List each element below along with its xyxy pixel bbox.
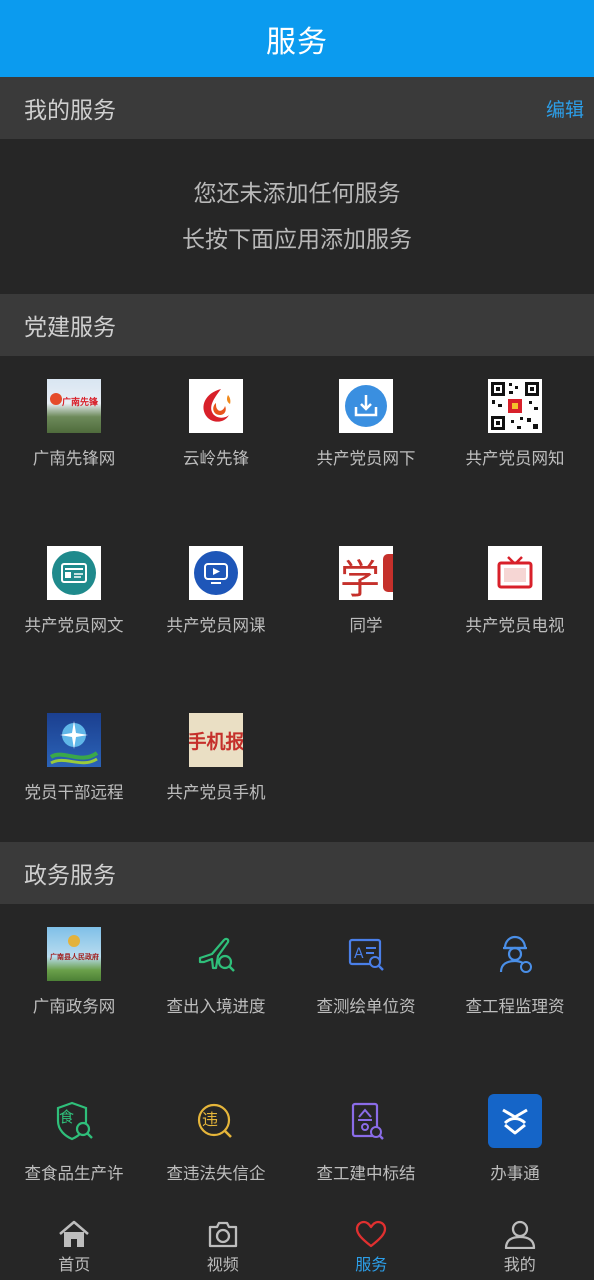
empty-hint: 长按下面应用添加服务 xyxy=(182,227,412,253)
my-services-empty-state: 您还未添加任何服务 长按下面应用添加服务 xyxy=(0,140,594,294)
section-title-gov-services: 政务服务 xyxy=(24,863,116,889)
violation-search-icon: 违 xyxy=(189,1094,243,1148)
service-item-engineering-supervision[interactable]: 查工程监理资 xyxy=(441,927,589,1037)
page-title: 服务 xyxy=(266,24,328,60)
mobile-newspaper-logo: 手机报 xyxy=(189,713,243,767)
service-item-bid-result[interactable]: 查工建中标结 xyxy=(292,1094,440,1204)
service-label: 共产党员手机 xyxy=(166,783,266,802)
app-header: 服务 xyxy=(0,0,594,77)
user-icon xyxy=(504,1220,535,1249)
section-title-my-services: 我的服务 xyxy=(24,98,116,124)
food-shield-icon: 食 xyxy=(47,1094,101,1148)
service-item-food-license[interactable]: 食 查食品生产许 xyxy=(0,1094,148,1204)
home-icon xyxy=(59,1220,90,1247)
service-item-banshitong[interactable]: 办事通 xyxy=(441,1094,589,1204)
nav-item-mine[interactable]: 我的 xyxy=(446,1205,594,1280)
qr-code-icon xyxy=(488,379,542,433)
tv-icon xyxy=(488,546,542,600)
service-label: 共产党员电视 xyxy=(465,616,565,635)
service-label: 党员干部远程 xyxy=(24,783,124,802)
survey-search-icon: A xyxy=(339,927,393,981)
service-item-party-knowledge[interactable]: 共产党员网知 xyxy=(441,379,589,489)
service-label: 云岭先锋 xyxy=(183,449,249,468)
gov-portal-logo: 广南县人民政府 xyxy=(47,927,101,981)
nav-item-home[interactable]: 首页 xyxy=(0,1205,149,1280)
nav-item-video[interactable]: 视频 xyxy=(149,1205,298,1280)
service-label: 查工建中标结 xyxy=(316,1164,416,1183)
download-tray-icon xyxy=(339,379,393,433)
camera-icon xyxy=(208,1221,237,1248)
edit-button[interactable]: 编辑 xyxy=(546,95,584,122)
nav-label: 首页 xyxy=(58,1255,91,1274)
service-item-party-download[interactable]: 共产党员网下 xyxy=(292,379,440,489)
yunling-pioneer-logo xyxy=(189,379,243,433)
video-course-icon xyxy=(189,546,243,600)
service-item-entry-exit[interactable]: 查出入境进度 xyxy=(142,927,290,1037)
guangnan-pioneer-logo: 广南先锋 xyxy=(47,379,101,433)
service-item-survey-qualification[interactable]: A 查测绘单位资 xyxy=(292,927,440,1037)
service-item-yunling-pioneer[interactable]: 云岭先锋 xyxy=(142,379,290,489)
service-item-party-mobile-news[interactable]: 手机报 共产党员手机 xyxy=(142,713,290,823)
service-label: 广南先锋网 xyxy=(32,449,116,468)
article-icon xyxy=(47,546,101,600)
empty-message: 您还未添加任何服务 xyxy=(193,181,401,207)
service-item-party-article[interactable]: 共产党员网文 xyxy=(0,546,148,656)
service-label: 共产党员网下 xyxy=(316,449,416,468)
heart-icon xyxy=(356,1220,387,1248)
service-label: 查工程监理资 xyxy=(465,997,565,1016)
service-label: 共产党员网课 xyxy=(166,616,266,635)
nav-item-services[interactable]: 服务 xyxy=(297,1205,446,1280)
service-label: 广南政务网 xyxy=(32,997,116,1016)
nav-label: 服务 xyxy=(355,1255,388,1274)
service-label: 查食品生产许 xyxy=(24,1164,124,1183)
bottom-navigation: 首页 视频 服务 我的 xyxy=(0,1205,594,1280)
service-item-party-course[interactable]: 共产党员网课 xyxy=(142,546,290,656)
section-title-party-services: 党建服务 xyxy=(24,315,116,341)
service-label: 同学 xyxy=(349,616,383,635)
airplane-search-icon xyxy=(189,927,243,981)
nav-label: 我的 xyxy=(503,1255,536,1274)
study-logo: 学 xyxy=(339,546,393,600)
service-label: 办事通 xyxy=(490,1164,540,1183)
service-label: 查出入境进度 xyxy=(166,997,266,1016)
my-services-header: 我的服务 编辑 xyxy=(0,77,594,139)
remote-education-icon xyxy=(47,713,101,767)
party-services-header: 党建服务 xyxy=(0,294,594,356)
svg-text:A: A xyxy=(354,946,364,962)
service-label: 查测绘单位资 xyxy=(316,997,416,1016)
service-label: 共产党员网知 xyxy=(465,449,565,468)
engineer-icon xyxy=(488,927,542,981)
service-item-gov-portal[interactable]: 广南县人民政府 广南政务网 xyxy=(0,927,148,1037)
service-label: 查违法失信企 xyxy=(166,1164,266,1183)
service-item-guangnan-pioneer[interactable]: 广南先锋 广南先锋网 xyxy=(0,379,148,489)
service-item-tongxue[interactable]: 学 同学 xyxy=(292,546,440,656)
nav-label: 视频 xyxy=(206,1255,239,1274)
service-item-party-tv[interactable]: 共产党员电视 xyxy=(441,546,589,656)
service-item-credit-violation[interactable]: 违 查违法失信企 xyxy=(142,1094,290,1204)
gov-services-header: 政务服务 xyxy=(0,842,594,904)
banshitong-logo xyxy=(488,1094,542,1148)
service-label: 共产党员网文 xyxy=(24,616,124,635)
service-item-remote-education[interactable]: 党员干部远程 xyxy=(0,713,148,823)
bid-document-icon xyxy=(339,1094,393,1148)
